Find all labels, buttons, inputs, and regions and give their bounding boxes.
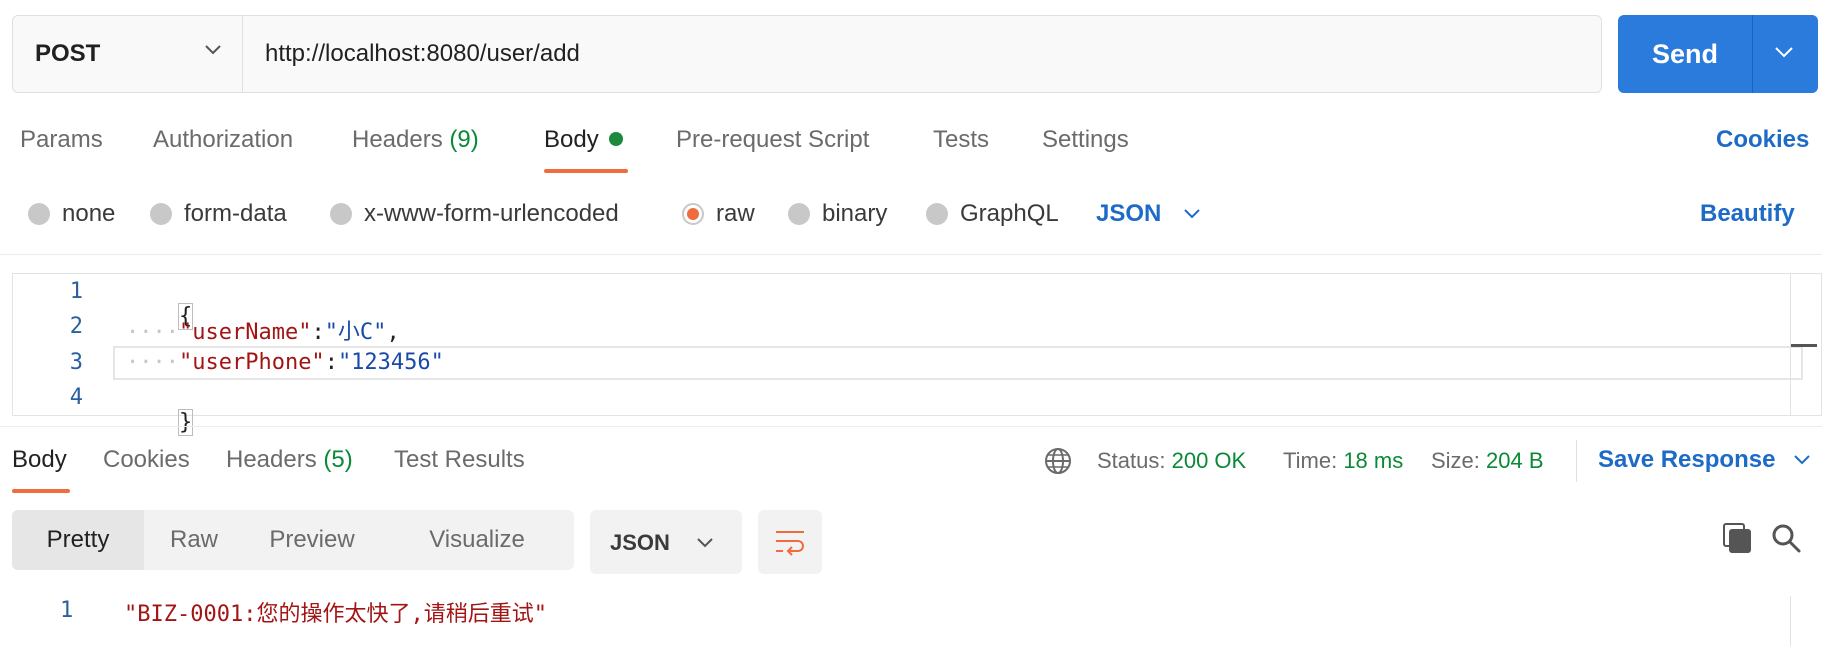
view-preview-button[interactable]: Preview xyxy=(244,510,380,570)
line-number: 3 xyxy=(69,350,83,375)
response-scrollbar-track[interactable] xyxy=(1790,596,1791,646)
tab-settings[interactable]: Settings xyxy=(1042,126,1129,176)
radio-form-data-label: form-data xyxy=(184,200,287,227)
radio-graphql[interactable]: GraphQL xyxy=(926,200,1059,228)
radio-urlencoded-circle xyxy=(330,203,352,225)
line-number: 1 xyxy=(69,279,83,304)
wrap-lines-button[interactable] xyxy=(758,510,822,574)
send-button-group: Send xyxy=(1618,15,1818,93)
save-response-label: Save Response xyxy=(1598,446,1776,473)
wrap-lines-icon xyxy=(776,531,804,556)
chevron-down-icon xyxy=(1794,455,1811,465)
response-tab-test-results[interactable]: Test Results xyxy=(394,446,525,474)
json-value: "123456" xyxy=(337,350,444,375)
method-label: POST xyxy=(35,40,101,67)
chevron-down-icon xyxy=(697,538,713,548)
size-value: 204 B xyxy=(1486,448,1544,473)
response-format-label: JSON xyxy=(610,530,670,555)
response-tab-headers-label: Headers xyxy=(226,446,317,473)
send-divider xyxy=(1752,15,1753,93)
response-time[interactable]: Time: 18 ms xyxy=(1283,448,1403,474)
view-raw-button[interactable]: Raw xyxy=(144,510,244,570)
tab-headers-label: Headers xyxy=(352,126,443,153)
response-body-text[interactable]: "BIZ-0001:您的操作太快了,请稍后重试" xyxy=(124,596,547,628)
response-view-switcher: Pretty Raw Preview Visualize xyxy=(12,510,574,570)
time-label: Time: xyxy=(1283,448,1338,473)
response-tab-headers[interactable]: Headers (5) xyxy=(226,446,353,474)
line-number: 4 xyxy=(69,385,83,410)
divider xyxy=(0,254,1822,255)
size-label: Size: xyxy=(1431,448,1480,473)
tab-params[interactable]: Params xyxy=(20,126,103,176)
tab-tests[interactable]: Tests xyxy=(933,126,989,176)
response-line-number: 1 xyxy=(60,598,74,623)
response-tab-headers-count: (5) xyxy=(323,446,353,473)
json-colon: : xyxy=(311,320,325,345)
radio-raw-circle-selected xyxy=(682,203,704,225)
cookies-link[interactable]: Cookies xyxy=(1716,126,1809,154)
request-url-bar: POST http://localhost:8080/user/add xyxy=(12,15,1602,93)
radio-none-label: none xyxy=(62,200,116,227)
indent-guide: ···· xyxy=(126,320,179,345)
view-pretty-button[interactable]: Pretty xyxy=(12,510,144,570)
json-comma: , xyxy=(386,320,400,345)
radio-none[interactable]: none xyxy=(28,200,115,228)
radio-none-circle xyxy=(28,203,50,225)
line-number: 2 xyxy=(69,314,83,339)
method-select[interactable]: POST xyxy=(13,16,243,92)
tab-headers-count: (9) xyxy=(449,126,479,153)
code-line-2: ····"userName":"小C", xyxy=(126,314,400,346)
response-tab-body[interactable]: Body xyxy=(12,446,67,474)
tab-headers[interactable]: Headers (9) xyxy=(352,126,479,176)
divider xyxy=(0,426,1822,427)
send-options-chevron-icon[interactable] xyxy=(1773,45,1795,59)
send-button[interactable]: Send xyxy=(1618,15,1752,93)
beautify-link[interactable]: Beautify xyxy=(1700,200,1795,228)
view-visualize-button[interactable]: Visualize xyxy=(380,510,574,570)
response-format-select[interactable]: JSON xyxy=(590,510,742,574)
radio-binary[interactable]: binary xyxy=(788,200,887,228)
copy-icon[interactable] xyxy=(1722,522,1752,554)
indent-guide: ···· xyxy=(126,350,179,375)
globe-icon[interactable] xyxy=(1043,446,1073,476)
radio-graphql-circle xyxy=(926,203,948,225)
save-response-button[interactable]: Save Response xyxy=(1598,446,1811,474)
radio-graphql-label: GraphQL xyxy=(960,200,1059,227)
status-divider xyxy=(1576,440,1577,482)
response-tab-active-underline xyxy=(12,489,70,493)
json-colon: : xyxy=(324,350,338,375)
radio-binary-label: binary xyxy=(822,200,888,227)
status-value: 200 OK xyxy=(1171,448,1247,473)
radio-urlencoded[interactable]: x-www-form-urlencoded xyxy=(330,200,619,228)
json-value: "小C" xyxy=(324,320,387,345)
request-body-editor[interactable]: 1 2 3 4 { ····"userName":"小C", ····"user… xyxy=(12,273,1822,436)
search-icon[interactable] xyxy=(1770,522,1802,554)
radio-form-data-circle xyxy=(150,203,172,225)
response-status[interactable]: Status: 200 OK xyxy=(1097,448,1246,474)
time-value: 18 ms xyxy=(1343,448,1404,473)
radio-binary-circle xyxy=(788,203,810,225)
json-key: "userName" xyxy=(178,320,312,345)
tab-body-label: Body xyxy=(544,126,599,153)
radio-form-data[interactable]: form-data xyxy=(150,200,287,228)
radio-raw-label: raw xyxy=(716,200,755,227)
raw-language-label: JSON xyxy=(1096,200,1162,227)
tab-active-underline xyxy=(544,169,628,173)
chevron-down-icon xyxy=(1184,209,1201,219)
radio-urlencoded-label: x-www-form-urlencoded xyxy=(364,200,619,227)
raw-language-select[interactable]: JSON xyxy=(1096,200,1201,228)
json-key: "userPhone" xyxy=(178,350,325,375)
close-brace: } xyxy=(177,409,194,436)
body-indicator-dot xyxy=(608,132,623,146)
chevron-down-icon xyxy=(205,45,221,55)
code-line-3: ····"userPhone":"123456" xyxy=(126,350,444,375)
tab-pre-request-script[interactable]: Pre-request Script xyxy=(676,126,869,176)
tab-authorization[interactable]: Authorization xyxy=(153,126,293,176)
radio-raw[interactable]: raw xyxy=(682,200,755,228)
status-label: Status: xyxy=(1097,448,1166,473)
response-tab-cookies[interactable]: Cookies xyxy=(103,446,190,474)
url-input[interactable]: http://localhost:8080/user/add xyxy=(265,16,580,92)
response-size[interactable]: Size: 204 B xyxy=(1431,448,1544,474)
editor-scroll-marker xyxy=(1791,344,1817,347)
